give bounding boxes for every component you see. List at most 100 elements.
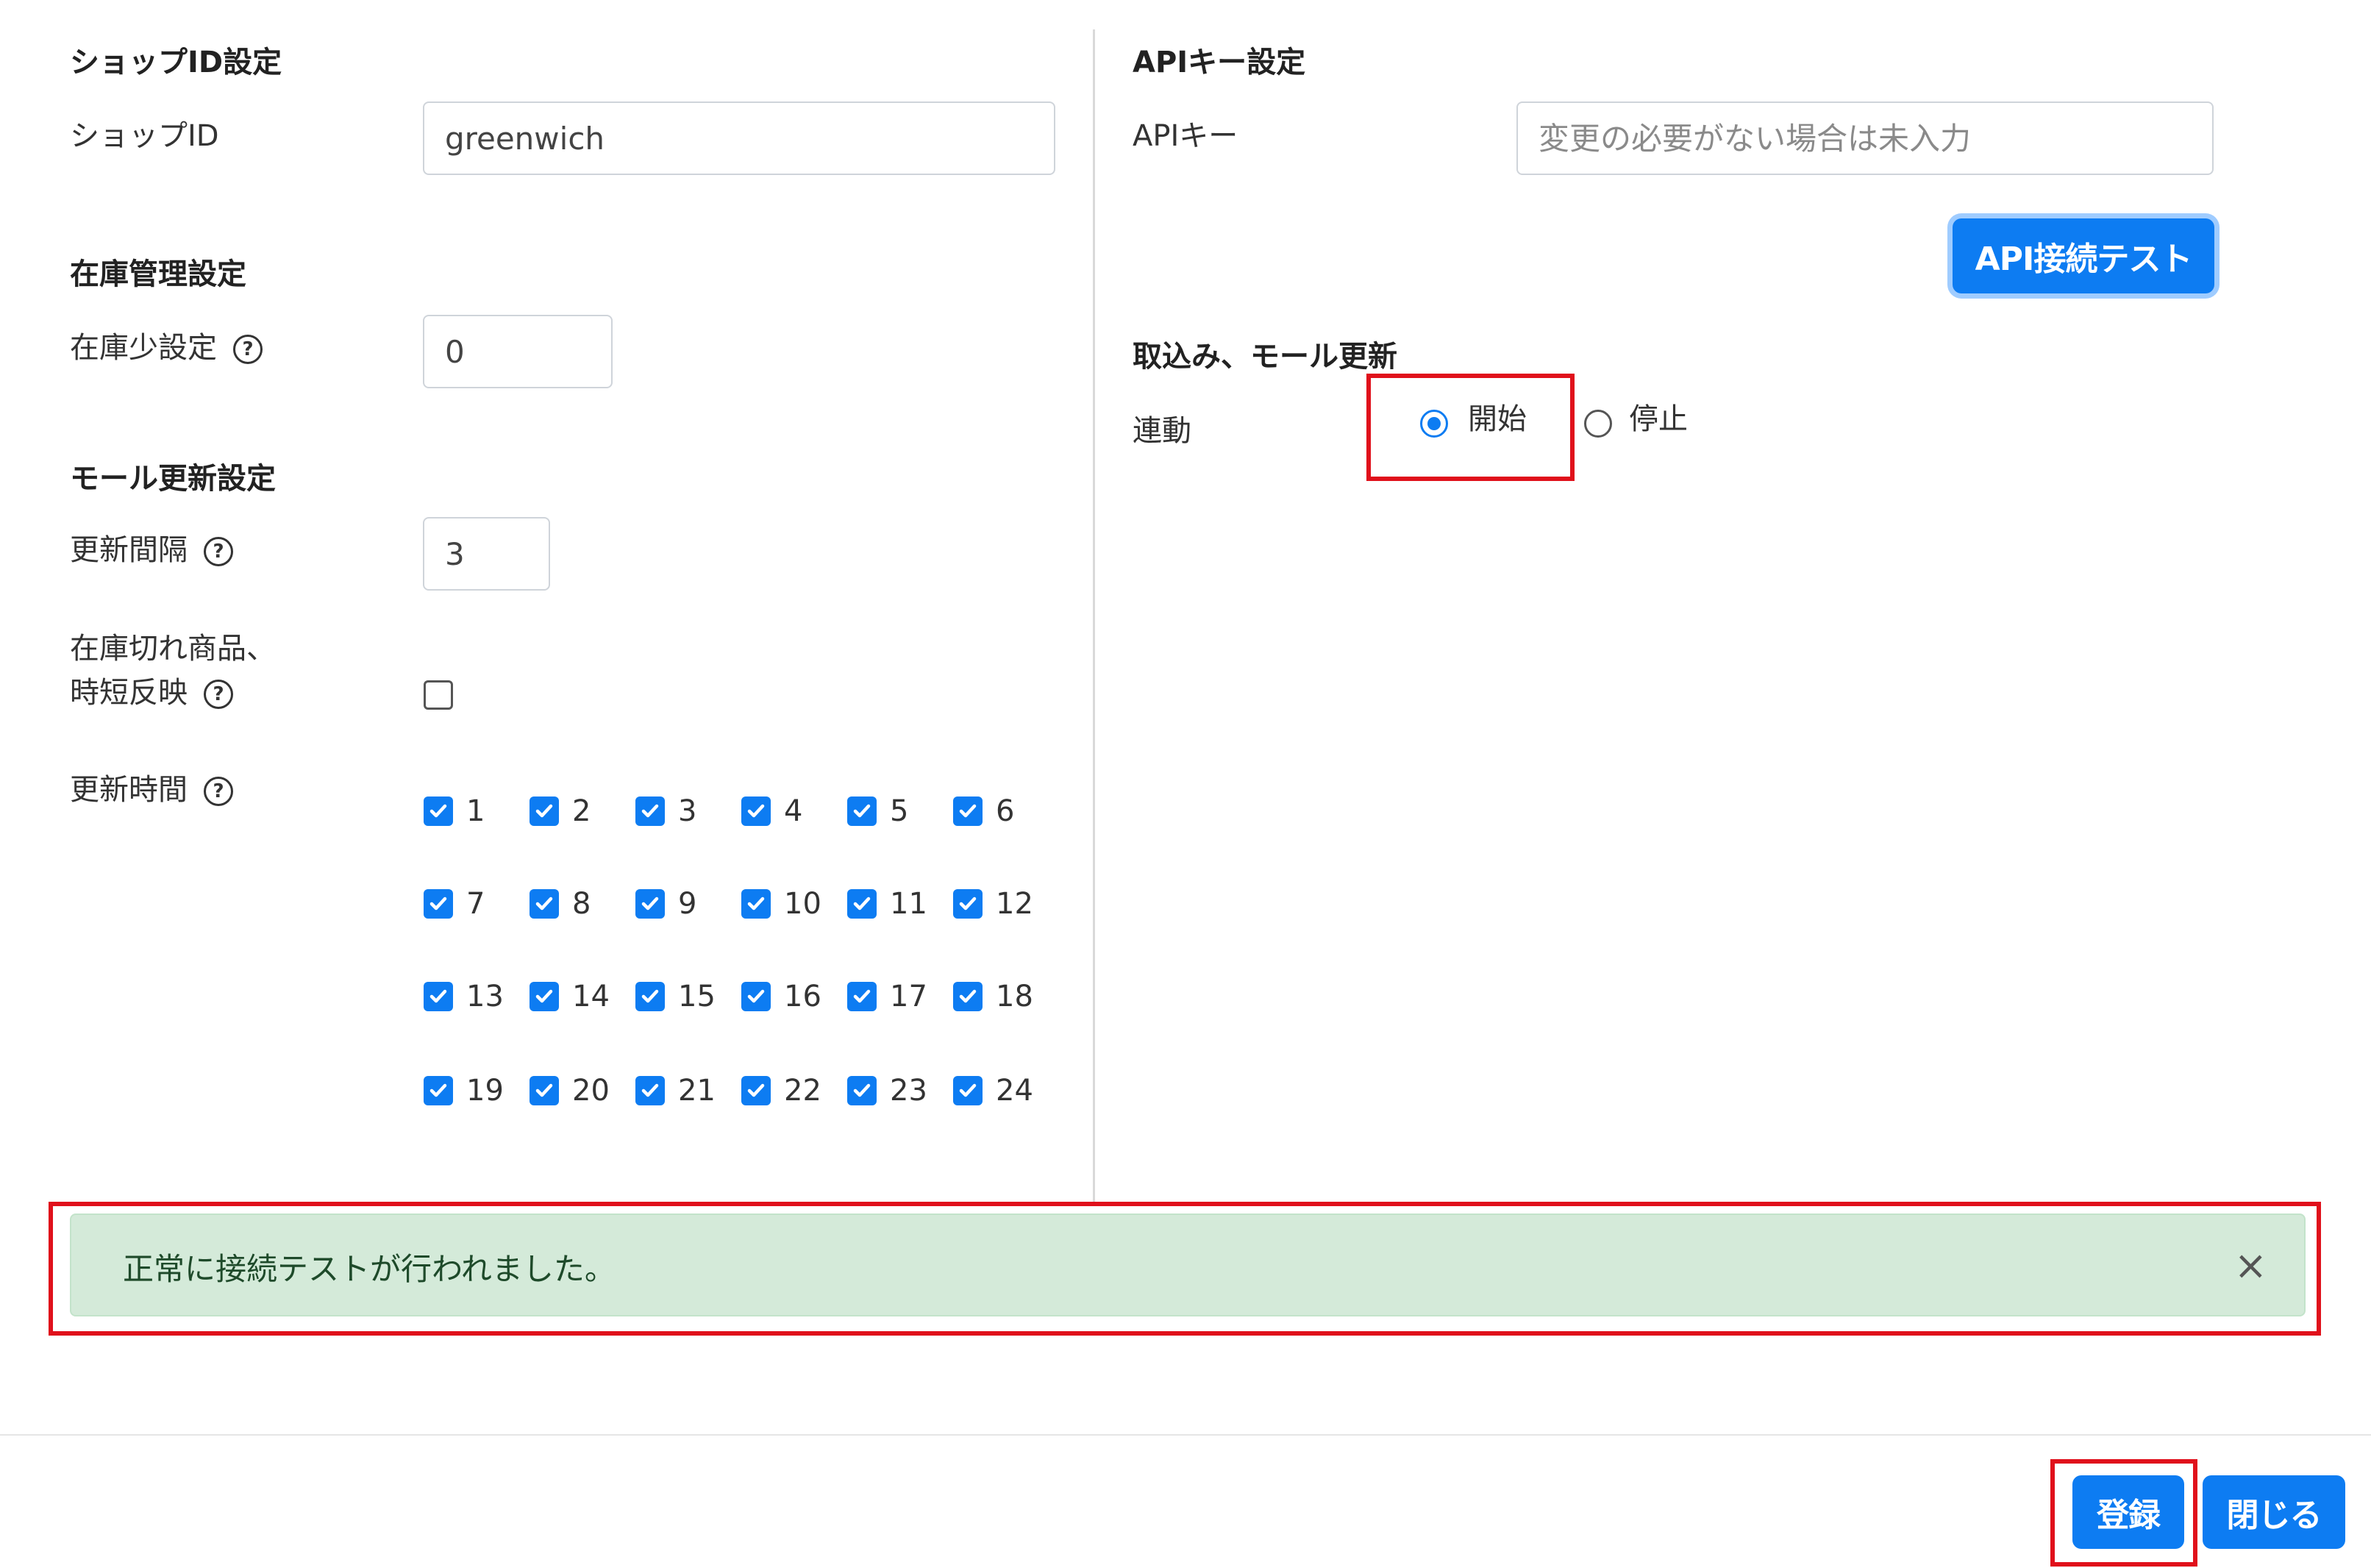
hour-checkbox[interactable] [847, 797, 877, 826]
mall-section-title: モール更新設定 [70, 462, 276, 496]
hour-checkbox[interactable] [847, 982, 877, 1011]
low-stock-label: 在庫少設定? [70, 326, 263, 370]
hour-checkbox-label: 22 [784, 1074, 821, 1108]
hour-checkbox[interactable] [635, 1076, 665, 1105]
check-icon [429, 897, 447, 910]
hour-checkbox-label: 1 [466, 794, 485, 828]
stop-radio-label[interactable]: 停止 [1629, 397, 1688, 441]
check-icon [747, 804, 765, 818]
hour-checkbox-label: 6 [996, 794, 1015, 828]
hour-checkbox-label: 15 [678, 980, 716, 1013]
check-icon [959, 1083, 977, 1097]
hour-checkbox[interactable] [741, 1076, 771, 1105]
hour-checkbox-label: 3 [678, 794, 697, 828]
check-icon [747, 1083, 765, 1097]
low-stock-input[interactable] [423, 315, 613, 388]
hour-checkbox[interactable] [424, 889, 453, 919]
hour-checkbox[interactable] [424, 797, 453, 826]
hour-checkbox-label: 8 [572, 887, 591, 921]
check-icon [959, 897, 977, 910]
hour-checkbox[interactable] [635, 889, 665, 919]
out-of-stock-label-line1: 在庫切れ商品、 [70, 632, 276, 666]
check-icon [641, 989, 659, 1003]
api-connection-test-button[interactable]: API接続テスト [1953, 218, 2214, 293]
check-icon [959, 989, 977, 1003]
update-time-label: 更新時間? [70, 768, 233, 812]
hour-checkbox[interactable] [741, 797, 771, 826]
stock-section-title: 在庫管理設定 [70, 257, 246, 291]
hour-checkbox[interactable] [530, 982, 559, 1011]
check-icon [535, 989, 553, 1003]
hour-checkbox[interactable] [953, 1076, 983, 1105]
check-icon [429, 989, 447, 1003]
check-icon [747, 989, 765, 1003]
hour-checkbox-label: 24 [996, 1074, 1033, 1108]
hour-checkbox[interactable] [953, 889, 983, 919]
hour-checkbox[interactable] [953, 982, 983, 1011]
question-circle-icon[interactable]: ? [204, 777, 233, 806]
check-icon [853, 989, 871, 1003]
hour-checkbox-label: 20 [572, 1074, 610, 1108]
hour-checkbox-label: 23 [890, 1074, 927, 1108]
out-of-stock-label-line2: 時短反映? [70, 671, 233, 715]
out-of-stock-label-text: 時短反映 [70, 676, 188, 710]
check-icon [641, 897, 659, 910]
hour-checkbox-label: 13 [466, 980, 504, 1013]
hour-checkbox[interactable] [635, 982, 665, 1011]
alert-highlight [49, 1202, 2321, 1336]
shop-id-label: ショップID [70, 119, 219, 153]
question-circle-icon[interactable]: ? [233, 335, 263, 364]
check-icon [535, 804, 553, 818]
check-icon [959, 804, 977, 818]
hour-checkbox[interactable] [847, 889, 877, 919]
hour-checkbox[interactable] [424, 982, 453, 1011]
hour-checkbox[interactable] [530, 797, 559, 826]
update-interval-input[interactable] [423, 517, 550, 591]
hour-checkbox-label: 12 [996, 887, 1033, 921]
api-key-label: APIキー [1133, 119, 1238, 153]
hour-checkbox-label: 10 [784, 887, 821, 921]
hour-checkbox-label: 11 [890, 887, 927, 921]
question-circle-icon[interactable]: ? [204, 537, 233, 566]
check-icon [747, 897, 765, 910]
hour-checkbox[interactable] [530, 1076, 559, 1105]
check-icon [641, 1083, 659, 1097]
shop-id-input[interactable] [423, 101, 1055, 175]
hour-checkbox[interactable] [635, 797, 665, 826]
hour-checkbox[interactable] [741, 982, 771, 1011]
check-icon [535, 897, 553, 910]
check-icon [641, 804, 659, 818]
hour-checkbox-label: 2 [572, 794, 591, 828]
update-interval-label: 更新間隔? [70, 528, 233, 572]
check-icon [853, 897, 871, 910]
hour-checkbox-label: 21 [678, 1074, 716, 1108]
question-circle-icon[interactable]: ? [204, 680, 233, 709]
hour-checkbox-label: 9 [678, 887, 697, 921]
import-section-title: 取込み、モール更新 [1133, 340, 1397, 374]
hour-checkbox-label: 5 [890, 794, 909, 828]
hour-checkbox[interactable] [953, 797, 983, 826]
check-icon [853, 804, 871, 818]
hour-checkbox[interactable] [741, 889, 771, 919]
hour-checkbox-label: 7 [466, 887, 485, 921]
api-key-input[interactable] [1516, 101, 2214, 175]
hour-checkbox[interactable] [847, 1076, 877, 1105]
hour-checkbox-label: 16 [784, 980, 821, 1013]
shop-id-section-title: ショップID設定 [70, 46, 282, 79]
update-interval-label-text: 更新間隔 [70, 533, 188, 567]
hour-checkbox-label: 4 [784, 794, 803, 828]
update-time-label-text: 更新時間 [70, 773, 188, 807]
stop-radio[interactable] [1584, 410, 1612, 438]
footer-divider [0, 1434, 2371, 1436]
hour-checkbox[interactable] [530, 889, 559, 919]
out-of-stock-checkbox[interactable] [424, 680, 453, 710]
api-section-title: APIキー設定 [1133, 46, 1306, 79]
hour-checkbox[interactable] [424, 1076, 453, 1105]
start-radio-highlight [1366, 374, 1575, 481]
column-divider [1093, 29, 1095, 1206]
link-label: 連動 [1133, 414, 1191, 448]
close-button[interactable]: 閉じる [2203, 1475, 2345, 1549]
check-icon [535, 1083, 553, 1097]
hour-checkbox-label: 18 [996, 980, 1033, 1013]
register-highlight [2050, 1459, 2197, 1567]
